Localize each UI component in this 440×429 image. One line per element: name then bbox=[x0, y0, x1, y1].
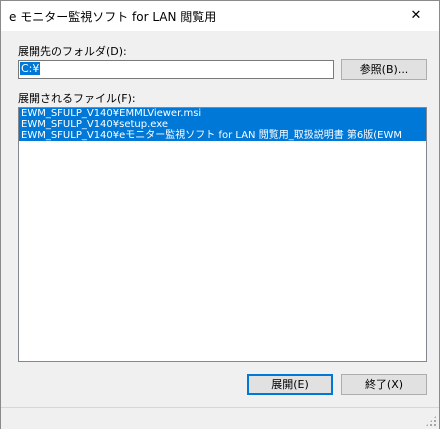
extract-dialog: e モニター監視ソフト for LAN 閲覧用 ✕ 展開先のフォルダ(D): C… bbox=[0, 0, 440, 429]
status-bar bbox=[1, 407, 439, 429]
browse-button[interactable]: 参照(B)... bbox=[341, 59, 427, 80]
folder-input-selection: C:¥ bbox=[20, 62, 41, 75]
window-title: e モニター監視ソフト for LAN 閲覧用 bbox=[9, 10, 217, 24]
list-item[interactable]: EWM_SFULP_V140¥EMMLViewer.msi bbox=[19, 108, 426, 119]
title-bar[interactable]: e モニター監視ソフト for LAN 閲覧用 ✕ bbox=[1, 1, 439, 31]
files-label: 展開されるファイル(F): bbox=[18, 92, 136, 105]
close-icon: ✕ bbox=[410, 8, 422, 23]
folder-input[interactable] bbox=[18, 60, 334, 79]
exit-button[interactable]: 終了(X) bbox=[341, 374, 427, 395]
list-item[interactable]: EWM_SFULP_V140¥eモニター監視ソフト for LAN 閲覧用_取扱… bbox=[19, 130, 426, 141]
close-button[interactable]: ✕ bbox=[393, 1, 439, 31]
list-item[interactable]: EWM_SFULP_V140¥setup.exe bbox=[19, 119, 426, 130]
extract-button[interactable]: 展開(E) bbox=[247, 374, 333, 395]
file-listbox[interactable]: EWM_SFULP_V140¥EMMLViewer.msi EWM_SFULP_… bbox=[18, 107, 427, 362]
resize-grip-icon[interactable] bbox=[425, 415, 437, 427]
folder-label: 展開先のフォルダ(D): bbox=[18, 45, 127, 58]
